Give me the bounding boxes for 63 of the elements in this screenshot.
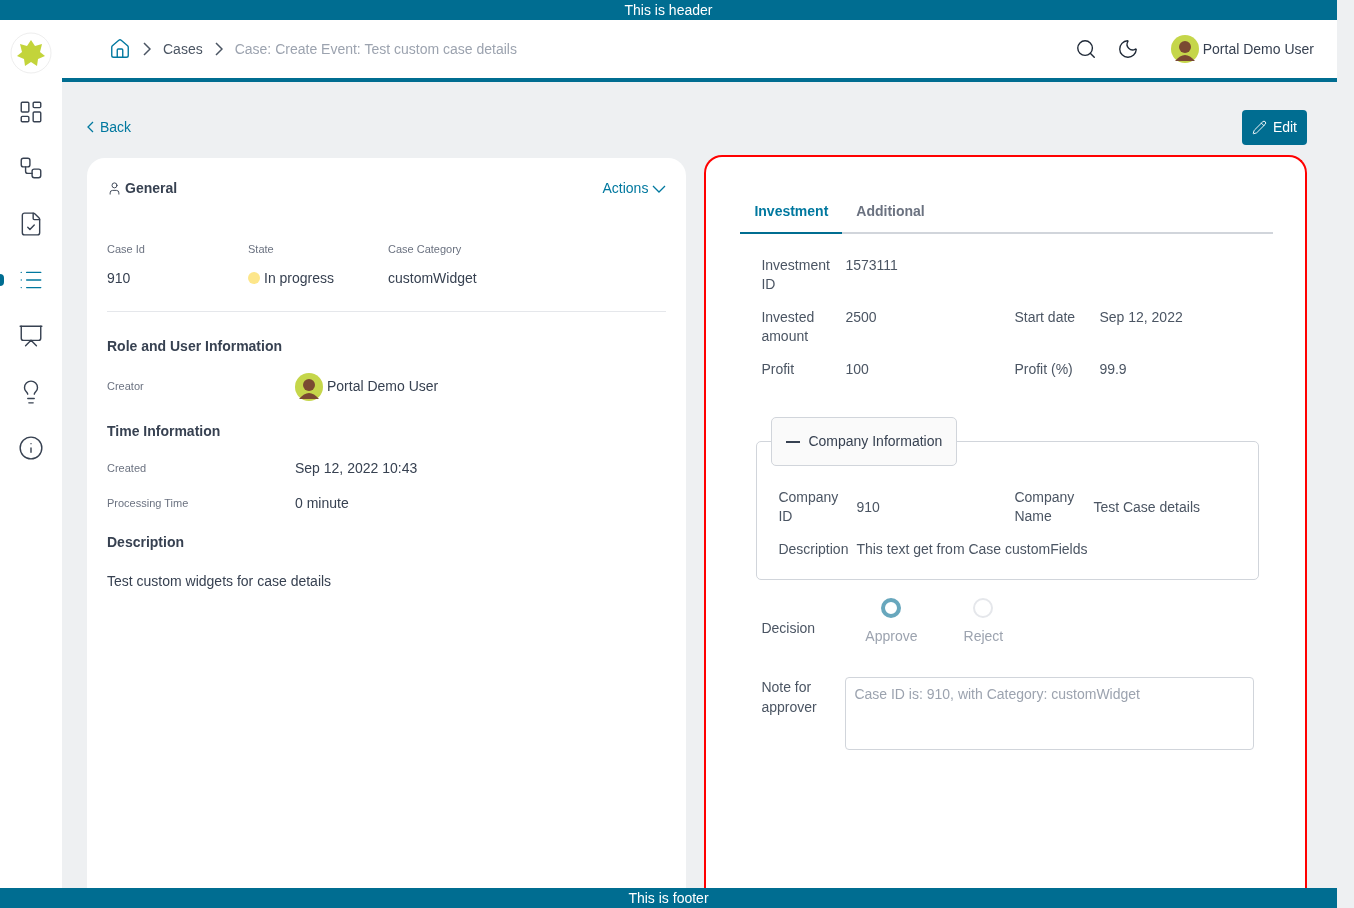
field-label: Creator [107, 379, 145, 395]
field-value: Portal Demo User [327, 377, 439, 396]
search-icon[interactable] [1074, 38, 1097, 60]
field-value: Test Case details [1093, 497, 1201, 517]
avatar-icon [295, 372, 323, 401]
actions-button[interactable]: Actions [602, 178, 667, 199]
field-value: Sep 12, 2022 10:43 [295, 458, 418, 478]
field-label: Start date [1014, 308, 1077, 327]
info-icon[interactable] [18, 435, 44, 461]
section-title: Description [107, 532, 185, 552]
header-text: This is header [624, 0, 713, 20]
field-label: Processing Time [107, 495, 190, 511]
chevron-icon [214, 42, 223, 56]
dashboard-icon[interactable] [18, 99, 44, 125]
field-label: Investment ID [761, 256, 831, 294]
edit-button[interactable]: Edit [1241, 109, 1307, 145]
radio-icon[interactable] [881, 598, 902, 618]
field-value: customWidget [388, 268, 477, 288]
tab[interactable]: Additional [842, 201, 939, 234]
field-value: Sep 12, 2022 [1099, 308, 1184, 327]
user-icon [107, 181, 122, 196]
field-label: Decision [761, 619, 817, 638]
pencil-icon [1251, 119, 1267, 135]
field-label: Note for approver [761, 678, 818, 717]
process-icon[interactable] [18, 155, 44, 181]
field-value: 0 minute [295, 493, 349, 513]
field-label: Case Id [107, 242, 146, 257]
field-label: Profit (%) [1014, 360, 1074, 379]
footer-text: This is footer [628, 888, 709, 908]
card-title: General [125, 179, 178, 198]
field-label: Company ID [778, 488, 840, 526]
field-value: 1573111 [845, 256, 899, 275]
minus-icon [786, 440, 801, 443]
breadcrumb-item: Case: Create Event: Test custom case details [234, 39, 517, 59]
field-label: Profit [761, 360, 796, 379]
back-link[interactable]: Back [87, 116, 132, 138]
avatar-icon [1170, 35, 1199, 63]
chevron-icon [652, 184, 667, 193]
field-value: This text get from Case customFields [856, 540, 1089, 559]
chevron-icon [143, 42, 151, 56]
note-field[interactable]: Case ID is: 910, with Category: customWidget [845, 677, 1255, 750]
field-label: Company Name [1014, 488, 1076, 526]
home-icon[interactable] [109, 38, 131, 60]
field-value: In progress [264, 268, 335, 288]
section-title: Role and User Information [107, 336, 284, 356]
field-value: 910 [107, 268, 131, 288]
field-label: State [248, 242, 275, 257]
field-value: 2500 [845, 308, 878, 327]
breadcrumb-item[interactable]: Cases [163, 38, 203, 60]
field-value: 100 [845, 360, 870, 379]
field-value: 910 [856, 497, 881, 517]
section-title: Time Information [107, 421, 222, 441]
chevron-icon [87, 121, 94, 133]
tab[interactable]: Investment [740, 201, 843, 234]
field-label: Created [107, 460, 148, 476]
description-text: Test custom widgets for case details [107, 571, 333, 591]
field-label: Description [778, 540, 850, 559]
field-value: 99.9 [1099, 360, 1128, 379]
user-name[interactable]: Portal Demo User [1202, 38, 1314, 60]
field-label: Invested amount [761, 308, 816, 346]
field-label: Case Category [388, 242, 463, 257]
moon-icon[interactable] [1116, 38, 1139, 60]
collapse-toggle[interactable]: Company Information [771, 417, 958, 466]
